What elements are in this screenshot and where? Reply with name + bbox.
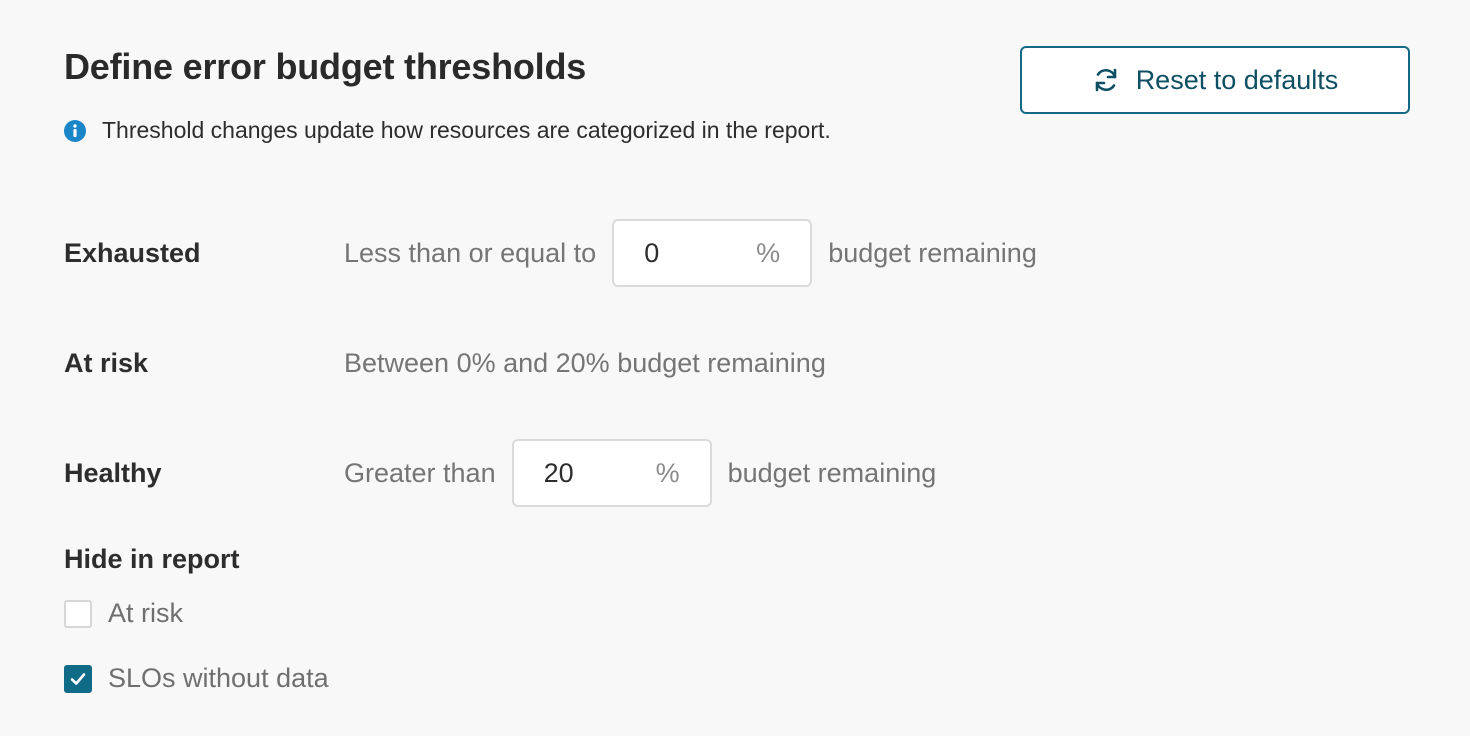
- exhausted-threshold-value[interactable]: 0: [644, 238, 756, 269]
- hide-slos-without-data-option[interactable]: SLOs without data: [64, 663, 329, 694]
- threshold-label-at-risk: At risk: [64, 347, 149, 378]
- threshold-settings-panel: Define error budget thresholds Threshold…: [0, 0, 1470, 736]
- threshold-row-healthy: Healthy Greater than 20 % budget remaini…: [64, 439, 936, 507]
- hide-at-risk-option[interactable]: At risk: [64, 598, 183, 629]
- threshold-label-exhausted: Exhausted: [64, 237, 201, 268]
- refresh-icon: [1092, 66, 1120, 94]
- reset-to-defaults-button[interactable]: Reset to defaults: [1020, 46, 1410, 114]
- percent-unit: %: [756, 237, 781, 268]
- info-text: Threshold changes update how resources a…: [102, 117, 831, 143]
- exhausted-prefix: Less than or equal to: [344, 237, 597, 268]
- hide-in-report-heading: Hide in report: [64, 544, 240, 574]
- exhausted-suffix: budget remaining: [828, 237, 1037, 268]
- hide-slos-without-data-label[interactable]: SLOs without data: [108, 663, 329, 694]
- healthy-threshold-value[interactable]: 20: [544, 458, 656, 489]
- hide-at-risk-label[interactable]: At risk: [108, 598, 183, 629]
- info-note: Threshold changes update how resources a…: [64, 117, 831, 144]
- threshold-label-healthy: Healthy: [64, 457, 162, 488]
- exhausted-threshold-input[interactable]: 0 %: [612, 219, 813, 287]
- percent-unit: %: [655, 457, 680, 488]
- threshold-row-at-risk: At risk Between 0% and 20% budget remain…: [64, 329, 826, 397]
- healthy-suffix: budget remaining: [727, 457, 937, 488]
- at-risk-description: Between 0% and 20% budget remaining: [344, 347, 826, 378]
- hide-at-risk-checkbox[interactable]: [64, 599, 92, 628]
- page-title: Define error budget thresholds: [64, 46, 587, 87]
- healthy-threshold-input[interactable]: 20 %: [511, 439, 712, 507]
- checkmark-icon: [70, 672, 86, 685]
- threshold-row-exhausted: Exhausted Less than or equal to 0 % budg…: [64, 219, 1037, 287]
- healthy-prefix: Greater than: [344, 457, 496, 488]
- info-icon: [64, 119, 86, 142]
- reset-button-label: Reset to defaults: [1135, 64, 1339, 95]
- hide-slos-without-data-checkbox[interactable]: [64, 664, 92, 693]
